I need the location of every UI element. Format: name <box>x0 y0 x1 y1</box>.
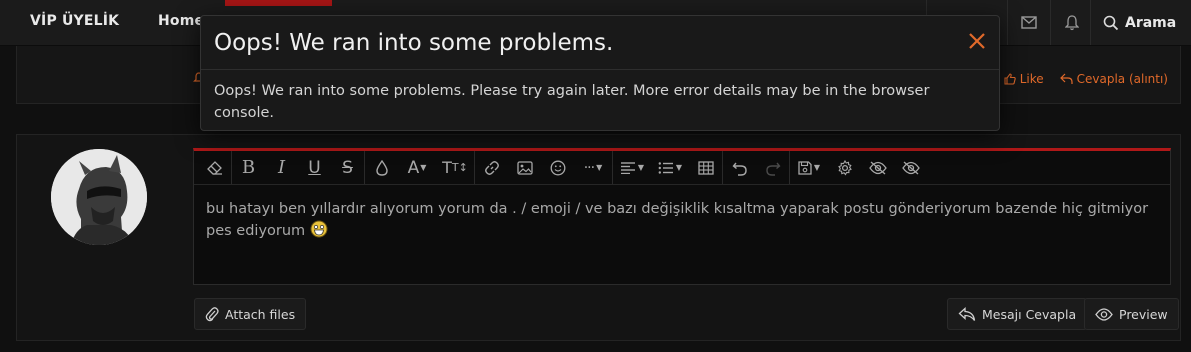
preview-label: Preview <box>1119 306 1168 322</box>
message-editor: B I U S A ▼ T T ↕ ··· ▼ ▼ ▼ ▼ bu hatayı … <box>193 148 1171 285</box>
eye-icon <box>1095 307 1113 321</box>
dialog-message: Oops! We ran into some problems. Please … <box>214 83 930 121</box>
eraser-icon[interactable] <box>198 151 231 184</box>
avatar[interactable] <box>51 149 147 245</box>
image-icon[interactable] <box>508 151 541 184</box>
attach-files-label: Attach files <box>225 306 296 322</box>
link-icon[interactable] <box>475 151 508 184</box>
reply-icon <box>1059 73 1073 84</box>
nav-vip-membership[interactable]: VİP ÜYELİK <box>30 13 119 29</box>
redo-icon[interactable] <box>756 151 789 184</box>
quick-reply-block: B I U S A ▼ T T ↕ ··· ▼ ▼ ▼ ▼ bu hatayı … <box>16 134 1181 341</box>
like-button[interactable]: Like <box>1004 72 1044 86</box>
text-color-icon[interactable] <box>365 151 398 184</box>
smilie-icon[interactable] <box>541 151 574 184</box>
search-button[interactable]: Arama <box>1090 0 1191 45</box>
dialog-divider <box>201 69 999 70</box>
strikethrough-icon[interactable]: S <box>331 151 364 184</box>
like-label: Like <box>1019 72 1044 86</box>
more-icon[interactable]: ··· ▼ <box>574 151 612 184</box>
reply-submit-label: Mesajı Cevapla <box>982 306 1077 322</box>
settings-icon[interactable] <box>828 151 861 184</box>
drafts-icon[interactable]: ▼ <box>790 151 828 184</box>
reply-quote-label: Cevapla (alıntı) <box>1076 72 1168 86</box>
avatar-image <box>51 149 147 245</box>
post-actions: Like Cevapla (alıntı) <box>1004 72 1168 86</box>
editor-toolbar: B I U S A ▼ T T ↕ ··· ▼ ▼ ▼ ▼ <box>194 151 1170 185</box>
error-dialog: Oops! We ran into some problems. Oops! W… <box>200 15 1000 131</box>
search-label: Arama <box>1125 14 1177 31</box>
attach-files-button[interactable]: Attach files <box>194 298 307 330</box>
thumbs-up-icon <box>1004 73 1016 85</box>
reply-submit-button[interactable]: Mesajı Cevapla <box>947 298 1088 330</box>
preview-eye-icon[interactable] <box>894 151 927 184</box>
underline-icon[interactable]: U <box>298 151 331 184</box>
editor-text: bu hatayı ben yıllardır alıyorum yorum d… <box>206 201 1149 239</box>
nav-home[interactable]: Home <box>158 13 204 29</box>
italic-icon[interactable]: I <box>265 151 298 184</box>
editor-content[interactable]: bu hatayı ben yıllardır alıyorum yorum d… <box>206 198 1156 242</box>
reply-icon <box>958 306 976 321</box>
alerts-button[interactable] <box>1050 0 1093 45</box>
bold-icon[interactable]: B <box>232 151 265 184</box>
preview-button[interactable]: Preview <box>1084 298 1179 330</box>
table-icon[interactable] <box>689 151 722 184</box>
toggle-bbcode-icon[interactable] <box>861 151 894 184</box>
bell-icon <box>1065 14 1079 30</box>
envelope-icon <box>1021 16 1037 29</box>
reply-quote-button[interactable]: Cevapla (alıntı) <box>1059 72 1168 86</box>
list-icon[interactable]: ▼ <box>651 151 689 184</box>
inbox-button[interactable] <box>1007 0 1050 45</box>
grinning-emoji-icon <box>310 220 328 238</box>
search-icon <box>1103 15 1119 30</box>
active-tab-indicator <box>225 0 332 6</box>
dialog-title: Oops! We ran into some problems. <box>214 30 614 56</box>
font-family-icon[interactable]: A ▼ <box>398 151 436 184</box>
undo-icon[interactable] <box>723 151 756 184</box>
font-size-icon[interactable]: T T ↕ <box>436 151 474 184</box>
align-icon[interactable]: ▼ <box>613 151 651 184</box>
paperclip-icon <box>205 307 219 322</box>
close-icon[interactable] <box>967 31 987 51</box>
